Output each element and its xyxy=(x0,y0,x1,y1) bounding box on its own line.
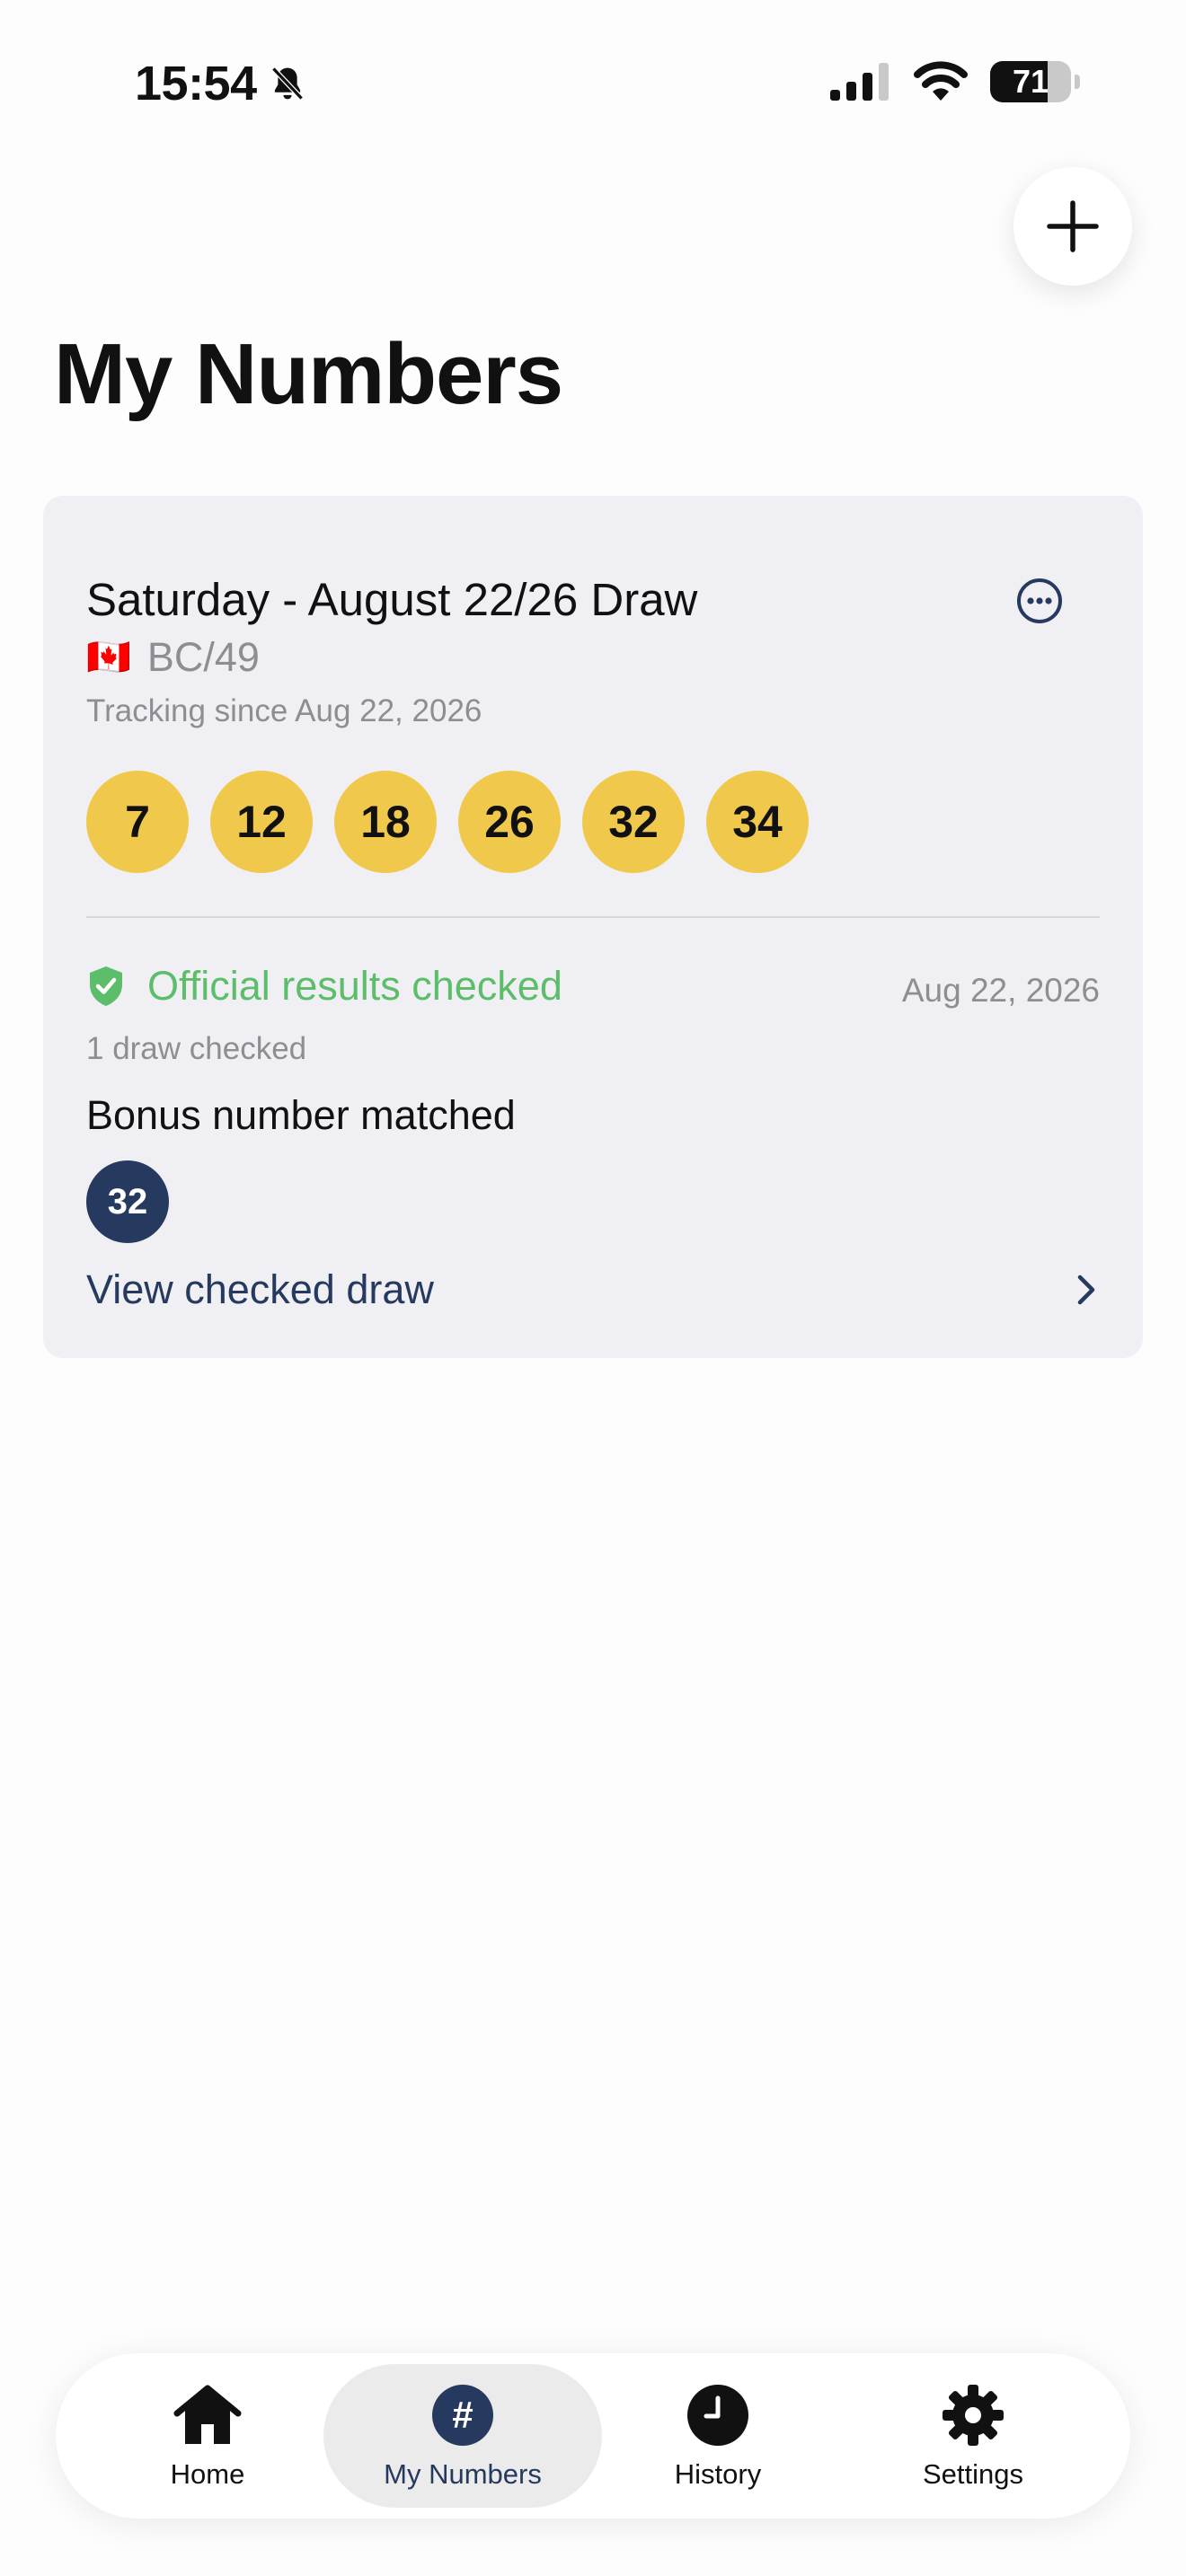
my-numbers-screen: 15:54 71 My Numbers Saturday - August 22… xyxy=(0,0,1186,2576)
result-date: Aug 22, 2026 xyxy=(901,972,1100,1009)
tab-bar: Home # My Numbers History Settings xyxy=(56,2353,1130,2519)
tab-history-label: History xyxy=(674,2458,762,2490)
tab-settings[interactable]: Settings xyxy=(834,2364,1112,2508)
number-ball: 32 xyxy=(582,771,685,873)
more-options-button[interactable] xyxy=(1015,577,1064,625)
number-ball: 34 xyxy=(706,771,809,873)
page-title: My Numbers xyxy=(54,326,563,422)
status-time: 15:54 xyxy=(135,56,307,111)
status-indicators: 71 xyxy=(830,61,1080,102)
bonus-number-ball: 32 xyxy=(86,1160,169,1243)
ticket-card[interactable]: Saturday - August 22/26 Draw 🇨🇦 BC/49 Tr… xyxy=(43,496,1143,1358)
ellipsis-circle-icon xyxy=(1017,578,1062,623)
draw-title: Saturday - August 22/26 Draw xyxy=(86,574,698,625)
add-numbers-button[interactable] xyxy=(1013,167,1132,286)
number-ball: 18 xyxy=(334,771,437,873)
wifi-icon xyxy=(914,61,968,101)
tracking-since: Tracking since Aug 22, 2026 xyxy=(86,693,482,728)
draws-checked: 1 draw checked xyxy=(86,1031,307,1066)
chevron-right-icon[interactable] xyxy=(1073,1272,1100,1308)
region-label: BC/49 xyxy=(146,634,260,680)
number-ball: 7 xyxy=(86,771,189,873)
canada-flag-icon: 🇨🇦 xyxy=(86,638,131,677)
bonus-label: Bonus number matched xyxy=(86,1092,516,1138)
house-icon xyxy=(173,2385,242,2444)
number-balls: 7 12 18 26 32 34 xyxy=(86,771,809,873)
view-checked-draw-link[interactable]: View checked draw xyxy=(86,1266,434,1313)
result-status: Official results checked xyxy=(147,963,562,1009)
tab-history[interactable]: History xyxy=(579,2364,857,2508)
number-ball: 12 xyxy=(210,771,313,873)
battery-icon: 71 xyxy=(990,61,1071,102)
tab-settings-label: Settings xyxy=(922,2458,1023,2490)
clock-icon xyxy=(687,2385,748,2446)
gear-icon xyxy=(943,2385,1004,2446)
result-status-row: Official results checked xyxy=(86,963,562,1010)
plus-icon xyxy=(1047,200,1099,252)
battery-cap xyxy=(1075,75,1080,89)
hash-icon: # xyxy=(432,2385,493,2446)
tab-home[interactable]: Home xyxy=(68,2364,347,2508)
shield-check-icon xyxy=(90,966,122,1006)
tab-home-label: Home xyxy=(170,2458,245,2490)
bell-slash-icon xyxy=(270,66,304,101)
cellular-signal-icon xyxy=(830,63,889,101)
battery-percent: 71 xyxy=(1012,63,1049,100)
region-row: 🇨🇦 BC/49 xyxy=(86,634,260,681)
number-ball: 26 xyxy=(458,771,561,873)
tab-my-numbers[interactable]: # My Numbers xyxy=(323,2364,602,2508)
tab-my-numbers-label: My Numbers xyxy=(384,2458,542,2490)
divider xyxy=(86,916,1100,918)
